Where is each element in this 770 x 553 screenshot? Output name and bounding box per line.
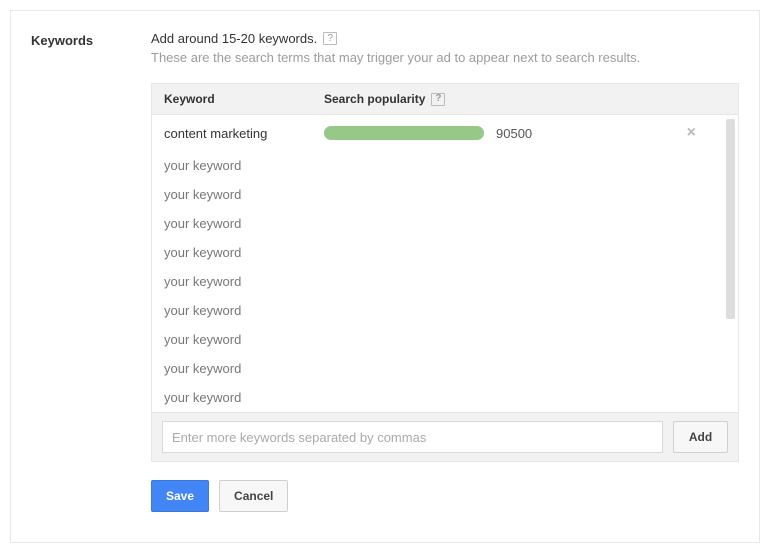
keyword-cell: your keyword	[164, 158, 324, 173]
table-header: Keyword Search popularity ?	[152, 84, 738, 115]
scrollbar-thumb[interactable]	[726, 119, 735, 319]
table-row: your keyword	[152, 267, 738, 296]
keyword-cell: your keyword	[164, 332, 324, 347]
table-row: your keyword	[152, 383, 738, 412]
popularity-cell: 90500	[324, 126, 687, 141]
keywords-table: Keyword Search popularity ? content mark…	[151, 83, 739, 462]
help-icon[interactable]: ?	[431, 93, 445, 106]
add-button[interactable]: Add	[673, 421, 728, 453]
hint-text: Add around 15-20 keywords.	[151, 31, 317, 46]
keyword-cell: your keyword	[164, 274, 324, 289]
keyword-input[interactable]	[162, 421, 663, 453]
popularity-value: 90500	[496, 126, 532, 141]
table-row: content marketing 90500 ×	[152, 115, 738, 151]
table-row: your keyword	[152, 209, 738, 238]
keywords-panel: Keywords Add around 15-20 keywords. ? Th…	[10, 10, 760, 543]
keyword-cell: your keyword	[164, 187, 324, 202]
action-row: Save Cancel	[151, 480, 739, 512]
table-row: your keyword	[152, 325, 738, 354]
add-row: Add	[152, 412, 738, 461]
section-label: Keywords	[31, 33, 131, 48]
popularity-header: Search popularity ?	[324, 92, 726, 106]
hint-row: Add around 15-20 keywords. ?	[151, 31, 739, 46]
keyword-cell: your keyword	[164, 361, 324, 376]
save-button[interactable]: Save	[151, 480, 209, 512]
table-row: your keyword	[152, 296, 738, 325]
table-row: your keyword	[152, 354, 738, 383]
table-body: content marketing 90500 × your keyword your …	[152, 115, 738, 412]
keyword-header: Keyword	[164, 92, 324, 106]
popularity-bar	[324, 126, 484, 140]
table-row: your keyword	[152, 151, 738, 180]
popularity-header-label: Search popularity	[324, 92, 425, 106]
keyword-cell: your keyword	[164, 303, 324, 318]
help-icon[interactable]: ?	[323, 32, 337, 45]
table-row: your keyword	[152, 180, 738, 209]
keyword-cell: your keyword	[164, 390, 324, 405]
sub-hint: These are the search terms that may trig…	[151, 50, 739, 65]
close-icon[interactable]: ×	[687, 125, 696, 141]
table-row: your keyword	[152, 238, 738, 267]
keyword-cell: content marketing	[164, 126, 324, 141]
keyword-cell: your keyword	[164, 245, 324, 260]
keyword-cell: your keyword	[164, 216, 324, 231]
cancel-button[interactable]: Cancel	[219, 480, 288, 512]
